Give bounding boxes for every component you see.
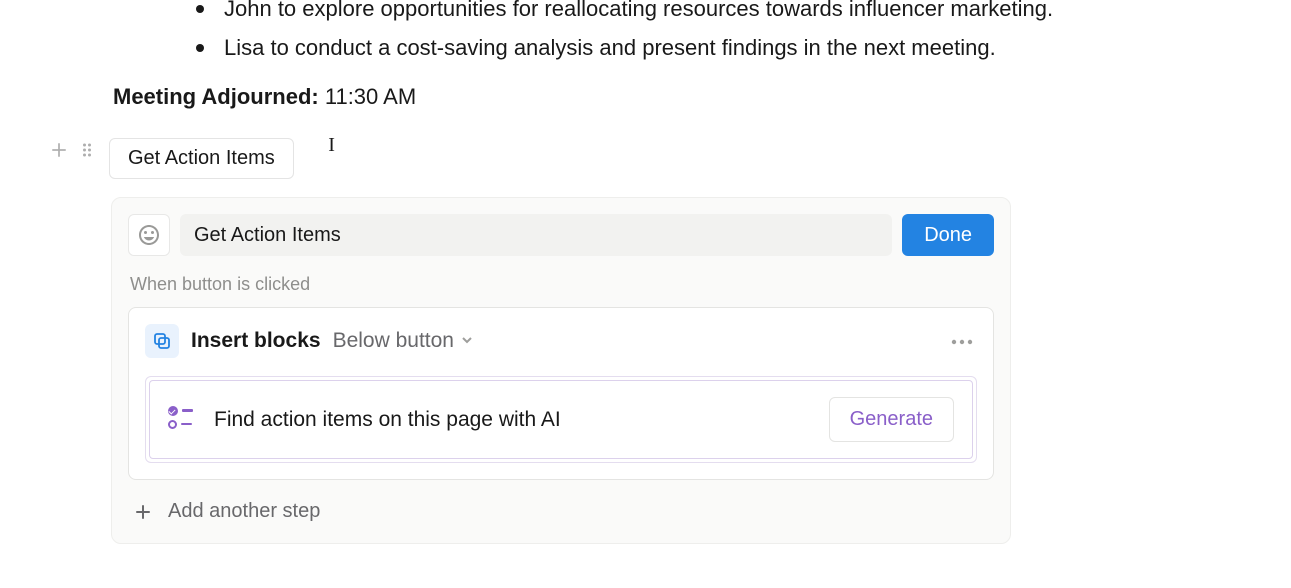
button-block-label: Get Action Items: [128, 147, 275, 170]
action-position-selector[interactable]: Below button: [333, 329, 474, 353]
insert-blocks-icon: [145, 324, 179, 358]
config-header: Done: [128, 214, 994, 256]
action-title: Insert blocks: [191, 329, 321, 353]
ai-action-row: Find action items on this page with AI G…: [145, 376, 977, 463]
list-item[interactable]: Lisa to conduct a cost-saving analysis a…: [196, 31, 1291, 64]
drag-handle-icon[interactable]: [76, 139, 98, 161]
bullet-dot-icon: [196, 44, 204, 52]
bullet-dot-icon: [196, 5, 204, 13]
action-header: Insert blocks Below button: [145, 324, 977, 358]
block-handles: [48, 139, 98, 161]
emoji-picker-button[interactable]: [128, 214, 170, 256]
text-cursor-icon: [328, 148, 329, 168]
action-items-icon: [168, 406, 196, 434]
button-config-panel: Done When button is clicked Insert block…: [111, 197, 1011, 544]
generate-button[interactable]: Generate: [829, 397, 954, 442]
button-title-input[interactable]: [180, 214, 892, 256]
ai-prompt-text[interactable]: Find action items on this page with AI: [214, 408, 811, 432]
list-item[interactable]: John to explore opportunities for reallo…: [196, 0, 1291, 25]
adjourned-time: 11:30 AM: [325, 84, 416, 109]
action-button-block[interactable]: Get Action Items: [109, 138, 294, 179]
plus-icon: [132, 501, 154, 523]
add-block-icon[interactable]: [48, 139, 70, 161]
done-button[interactable]: Done: [902, 214, 994, 256]
meeting-adjourned-line[interactable]: Meeting Adjourned: 11:30 AM: [113, 84, 1291, 110]
bullet-list: John to explore opportunities for reallo…: [113, 0, 1291, 64]
list-item-text: John to explore opportunities for reallo…: [224, 0, 1053, 25]
list-item-text: Lisa to conduct a cost-saving analysis a…: [224, 31, 996, 64]
add-step-label: Add another step: [168, 500, 320, 523]
more-options-button[interactable]: [947, 328, 977, 354]
action-position-label: Below button: [333, 329, 454, 353]
chevron-down-icon: [460, 329, 474, 353]
when-clicked-label: When button is clicked: [130, 274, 994, 295]
adjourned-label: Meeting Adjourned:: [113, 84, 319, 109]
action-card: Insert blocks Below button: [128, 307, 994, 480]
add-another-step-button[interactable]: Add another step: [128, 496, 994, 527]
